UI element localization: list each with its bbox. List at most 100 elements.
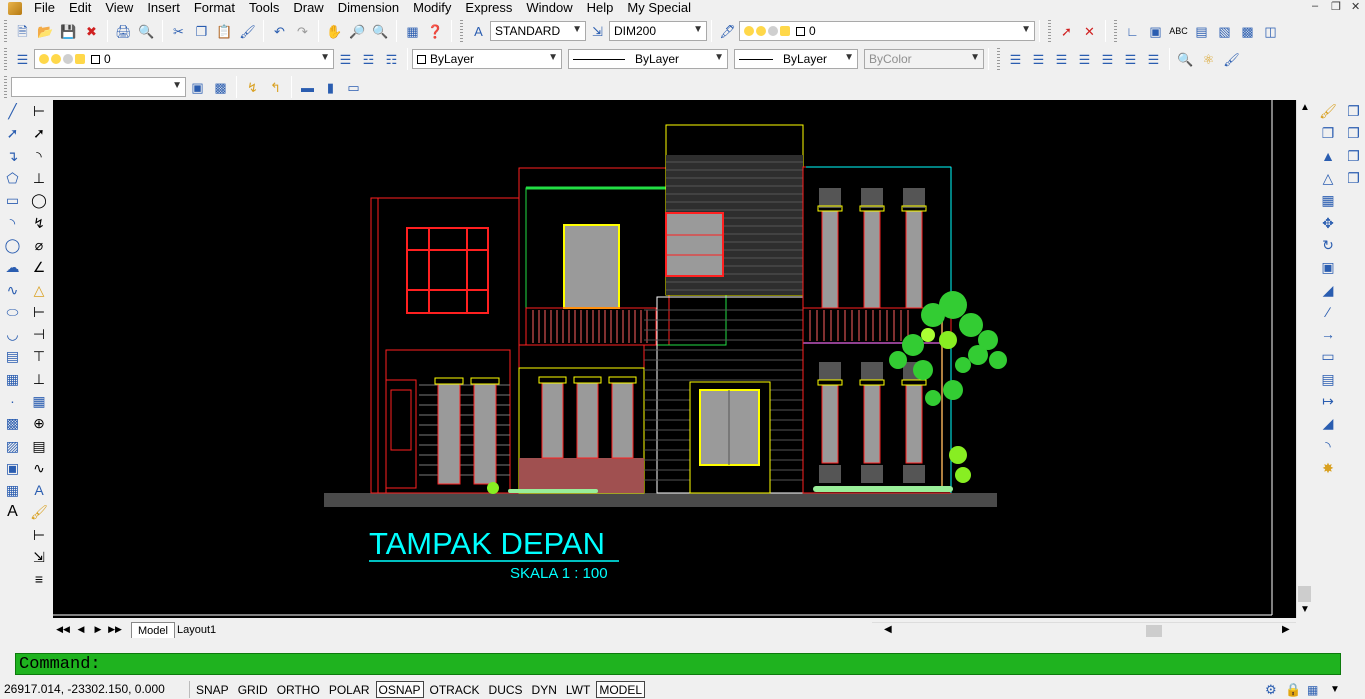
dim-break-icon[interactable]: ⊥ bbox=[29, 368, 49, 390]
break-at-point-icon[interactable]: ▭ bbox=[1318, 345, 1338, 367]
plot-preview-icon[interactable]: 🔍 bbox=[138, 22, 156, 40]
zoom-icon[interactable]: 🔍 bbox=[1177, 50, 1195, 68]
menu-window[interactable]: Window bbox=[520, 0, 580, 16]
trim-modify-icon[interactable]: ∕ bbox=[1318, 301, 1338, 323]
ellipse-icon[interactable]: ⬭ bbox=[3, 301, 23, 323]
model-toggle[interactable]: MODEL bbox=[596, 681, 646, 698]
menu-my-special[interactable]: My Special bbox=[621, 0, 699, 16]
zoom-window-icon[interactable]: 🔍 bbox=[372, 22, 390, 40]
make-block-icon[interactable]: ▦ bbox=[3, 368, 23, 390]
insert-block-icon[interactable]: ▣ bbox=[1147, 22, 1165, 40]
dim-arc-icon[interactable]: ◝ bbox=[29, 145, 49, 167]
erase-modify-icon[interactable]: 🖌 bbox=[1318, 100, 1338, 122]
snap-toggle[interactable]: SNAP bbox=[193, 681, 232, 698]
join-icon[interactable]: ↦ bbox=[1318, 390, 1338, 412]
rotate-icon[interactable]: ↻ bbox=[1318, 234, 1338, 256]
dim-text-edit-icon[interactable]: 🖌 bbox=[29, 501, 49, 523]
layer-combo[interactable]: 0 ▼ bbox=[34, 49, 334, 69]
first-tab-icon[interactable]: ◀◀ bbox=[55, 622, 71, 637]
dim-aligned-icon[interactable]: ➚ bbox=[29, 122, 49, 144]
chamfer-icon[interactable]: ◢ bbox=[1318, 412, 1338, 434]
break-icon[interactable]: ▤ bbox=[1318, 368, 1338, 390]
lock-icon[interactable]: 🔒 bbox=[1285, 682, 1301, 698]
quick-dim-icon[interactable]: △ bbox=[29, 278, 49, 300]
dim-ordinate-icon[interactable]: ⊥ bbox=[29, 167, 49, 189]
bottle-icon[interactable]: ⚛ bbox=[1200, 50, 1218, 68]
aligned-dim-icon[interactable]: ▮ bbox=[322, 78, 340, 96]
named-views-icon[interactable]: ▣ bbox=[189, 78, 207, 96]
region-icon[interactable]: ▣ bbox=[3, 457, 23, 479]
dim-update-icon[interactable]: ⊢ bbox=[29, 524, 49, 546]
abc-spell-icon[interactable]: ABC bbox=[1169, 22, 1188, 40]
rectangle-icon[interactable]: ▭ bbox=[3, 189, 23, 211]
zoom-realtime-icon[interactable]: 🔎 bbox=[349, 22, 367, 40]
layer-unlock-icon[interactable]: ☰ bbox=[1099, 50, 1117, 68]
camera-icon[interactable]: ◫ bbox=[1262, 22, 1280, 40]
match-properties-icon[interactable]: 🖌 bbox=[239, 22, 257, 40]
layer-match-icon[interactable]: ☰ bbox=[1122, 50, 1140, 68]
explode-icon[interactable]: ✸ bbox=[1318, 457, 1338, 479]
paste-icon[interactable]: 📋 bbox=[216, 22, 234, 40]
offset-modify-icon[interactable]: △ bbox=[1318, 167, 1338, 189]
layer-off-icon[interactable]: ☰ bbox=[1007, 50, 1025, 68]
horizontal-scrollbar[interactable]: ◀ ▶ bbox=[872, 622, 1296, 638]
jogged-linear-icon[interactable]: ∿ bbox=[29, 457, 49, 479]
send-to-back-icon[interactable]: ❐ bbox=[1344, 122, 1364, 144]
make-current-layer-icon[interactable]: ☰ bbox=[337, 50, 355, 68]
dim-linear-icon[interactable]: ⊢ bbox=[29, 100, 49, 122]
tool-palettes-icon[interactable]: ▦ bbox=[404, 22, 422, 40]
erase-icon[interactable]: ✕ bbox=[1081, 22, 1099, 40]
dim-style-icon[interactable]: ⇲ bbox=[589, 22, 607, 40]
horizontal-scroll-thumb[interactable] bbox=[1146, 625, 1162, 637]
new-file-icon[interactable]: 🗎 bbox=[14, 22, 32, 40]
calculator-icon[interactable]: ▩ bbox=[1239, 22, 1257, 40]
brush-icon[interactable]: 🖌 bbox=[1223, 50, 1241, 68]
construction-line-icon[interactable]: ➚ bbox=[3, 122, 23, 144]
inspection-icon[interactable]: ▤ bbox=[29, 434, 49, 456]
scroll-left-icon[interactable]: ◀ bbox=[884, 624, 892, 635]
vertical-scrollbar[interactable]: ▲ ▼ bbox=[1296, 100, 1312, 618]
hatch-icon[interactable]: ▩ bbox=[3, 412, 23, 434]
point-icon[interactable]: · bbox=[3, 390, 23, 412]
menu-view[interactable]: View bbox=[99, 0, 141, 16]
last-tab-icon[interactable]: ▶▶ bbox=[107, 622, 123, 637]
plot-icon[interactable]: 🖨 bbox=[115, 22, 133, 40]
tray-settings-icon[interactable]: ▦ bbox=[1307, 683, 1318, 697]
drawing-canvas[interactable]: TAMPAK DEPAN SKALA 1 : 100 bbox=[53, 100, 1312, 618]
close-icon[interactable]: ✕ bbox=[1351, 0, 1360, 13]
draw-line-icon[interactable]: ╱ bbox=[3, 100, 23, 122]
bring-to-front-icon[interactable]: ❐ bbox=[1344, 100, 1364, 122]
toolbar-grip[interactable] bbox=[4, 20, 7, 42]
insert-block-draw-icon[interactable]: ▤ bbox=[3, 345, 23, 367]
minimize-icon[interactable]: – bbox=[1312, 0, 1318, 12]
grid-toggle[interactable]: GRID bbox=[235, 681, 271, 698]
dim-edit-icon[interactable]: A bbox=[29, 479, 49, 501]
polar-toggle[interactable]: POLAR bbox=[326, 681, 373, 698]
cut-icon[interactable]: ✂ bbox=[170, 22, 188, 40]
named-view-combo[interactable]: ▼ bbox=[11, 77, 186, 97]
linear-dim-icon[interactable]: ▬ bbox=[299, 78, 317, 96]
spline-icon[interactable]: ∿ bbox=[3, 278, 23, 300]
layer-combo-top[interactable]: 0 ▼ bbox=[739, 21, 1035, 41]
polygon-icon[interactable]: ⬠ bbox=[3, 167, 23, 189]
dim-style-left-icon[interactable]: ⇲ bbox=[29, 546, 49, 568]
circle-icon[interactable]: ◯ bbox=[3, 234, 23, 256]
layer-iso-icon[interactable]: ☶ bbox=[383, 50, 401, 68]
dim-override-icon[interactable]: ≡ bbox=[29, 568, 49, 590]
mirror-icon[interactable]: ▲ bbox=[1318, 145, 1338, 167]
layer-lock-icon[interactable]: ☰ bbox=[1076, 50, 1094, 68]
layer-freeze-icon[interactable]: ☰ bbox=[1053, 50, 1071, 68]
copy-icon[interactable]: ❐ bbox=[193, 22, 211, 40]
scale-icon[interactable]: ▣ bbox=[1318, 256, 1338, 278]
text-style-combo[interactable]: STANDARD ▼ bbox=[490, 21, 586, 41]
layer-merge-icon[interactable]: ☰ bbox=[1145, 50, 1163, 68]
move-icon[interactable]: ✥ bbox=[1318, 211, 1338, 233]
copy-object-icon[interactable]: ❐ bbox=[1318, 122, 1338, 144]
command-line[interactable]: Command: bbox=[15, 653, 1341, 675]
pan-icon[interactable]: ✋ bbox=[326, 22, 344, 40]
dim-radius-icon[interactable]: ◯ bbox=[29, 189, 49, 211]
ucs-icon[interactable]: ∟ bbox=[1124, 22, 1142, 40]
bring-above-icon[interactable]: ❐ bbox=[1344, 145, 1364, 167]
menu-help[interactable]: Help bbox=[581, 0, 622, 16]
dim-jogged-icon[interactable]: ↯ bbox=[29, 211, 49, 233]
